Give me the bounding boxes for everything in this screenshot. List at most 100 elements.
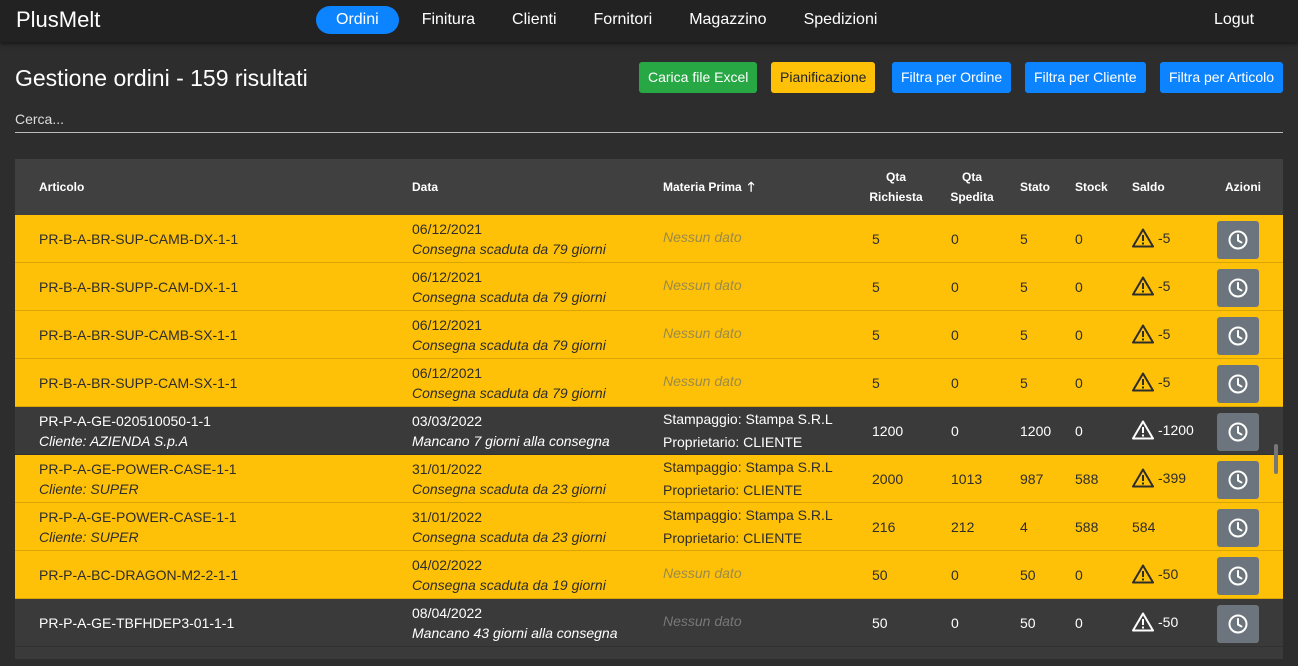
saldo-value: -5 <box>1158 278 1171 294</box>
clock-icon <box>1228 422 1248 442</box>
delivery-note: Consegna scaduta da 79 giorni <box>412 385 606 401</box>
warning-icon <box>1132 324 1154 344</box>
delivery-note: Consegna scaduta da 23 giorni <box>412 481 606 497</box>
history-button[interactable] <box>1217 557 1259 595</box>
filter-article-button[interactable]: Filtra per Articolo <box>1160 62 1284 93</box>
table-row[interactable]: PR-P-A-GE-020510050-1-1 Cliente: AZIENDA … <box>15 407 1283 455</box>
table-row[interactable]: PR-P-A-BC-DRAGON-M2-2-1-1 04/02/2022 Conse… <box>15 551 1283 599</box>
cell-qta-spedita: 0 <box>951 567 959 583</box>
cell-data: 08/04/2022 Mancano 43 giorni alla consegn… <box>412 603 617 643</box>
search-field <box>15 106 1283 133</box>
cell-qta-richiesta: 5 <box>872 231 880 247</box>
cell-materia-prima: Nessun dato <box>663 565 742 581</box>
cell-qta-richiesta: 50 <box>872 615 888 631</box>
materia-prima-proprietario: Proprietario: CLIENTE <box>663 530 803 546</box>
history-button[interactable] <box>1217 413 1259 451</box>
clock-icon <box>1228 278 1248 298</box>
cell-materia-prima: Nessun dato <box>663 229 742 245</box>
filter-order-button[interactable]: Filtra per Ordine <box>892 62 1012 93</box>
saldo-value: -50 <box>1158 614 1179 630</box>
saldo-value: -5 <box>1158 374 1171 390</box>
table-row[interactable]: PR-B-A-BR-SUP-CAMB-DX-1-1 06/12/2021 Conse… <box>15 215 1283 263</box>
warning-icon <box>1132 468 1154 488</box>
cell-qta-richiesta: 1200 <box>872 423 904 439</box>
history-button[interactable] <box>1217 365 1259 403</box>
scrollbar-thumb[interactable] <box>1274 444 1278 474</box>
cell-qta-richiesta: 5 <box>872 327 880 343</box>
brand-logo[interactable]: PlusMelt <box>16 7 100 33</box>
warning-icon <box>1132 228 1154 248</box>
warning-icon <box>1132 276 1154 296</box>
top-navbar: PlusMelt Ordini Finitura Clienti Fornito… <box>0 0 1298 42</box>
cell-data: 06/12/2021 Consegna scaduta da 79 giorni <box>412 363 606 403</box>
delivery-note: Mancano 43 giorni alla consegna <box>412 625 618 641</box>
order-date: 31/01/2022 <box>412 509 483 525</box>
warning-icon <box>1132 420 1154 440</box>
cell-stato: 5 <box>1020 375 1028 391</box>
delivery-note: Consegna scaduta da 79 giorni <box>412 241 606 257</box>
history-button[interactable] <box>1217 605 1259 643</box>
delivery-note: Mancano 7 giorni alla consegna <box>412 433 610 449</box>
client-name: Cliente: SUPER <box>39 529 139 545</box>
upload-excel-button[interactable]: Carica file Excel <box>639 62 758 93</box>
article-code: PR-P-A-GE-POWER-CASE-1-1 <box>39 461 237 477</box>
nav-item-finitura[interactable]: Finitura <box>408 6 489 34</box>
table-row[interactable]: PR-P-A-GE-TBFHDEP3-01-1-1 08/04/2022 Manca… <box>15 599 1283 647</box>
history-button[interactable] <box>1217 317 1259 355</box>
cell-saldo: -399 <box>1132 468 1186 488</box>
header-stato[interactable]: Stato <box>1020 177 1050 197</box>
main-nav: Ordini Finitura Clienti Fornitori Magazz… <box>316 6 900 34</box>
nav-item-fornitori[interactable]: Fornitori <box>580 6 667 34</box>
cell-stock: 588 <box>1075 519 1099 535</box>
nav-item-magazzino[interactable]: Magazzino <box>675 6 780 34</box>
history-button[interactable] <box>1217 269 1259 307</box>
cell-stato: 4 <box>1020 519 1028 535</box>
table-row[interactable]: PR-B-A-BR-SUPP-CAM-DX-1-1 06/12/2021 Conse… <box>15 263 1283 311</box>
delivery-note: Consegna scaduta da 23 giorni <box>412 529 606 545</box>
cell-articolo: PR-B-A-BR-SUP-CAMB-DX-1-1 <box>39 229 238 249</box>
header-data[interactable]: Data <box>412 177 438 197</box>
warning-icon <box>1132 612 1154 632</box>
cell-stock: 0 <box>1075 279 1083 295</box>
header-articolo[interactable]: Articolo <box>39 177 84 197</box>
nav-item-spedizioni[interactable]: Spedizioni <box>790 6 892 34</box>
header-saldo[interactable]: Saldo <box>1132 177 1165 197</box>
order-date: 06/12/2021 <box>412 365 483 381</box>
table-row[interactable]: PR-P-A-GE-POWER-CASE-1-1 Cliente: SUPER 31… <box>15 503 1283 551</box>
planning-button[interactable]: Pianificazione <box>771 62 876 93</box>
article-code: PR-B-A-BR-SUP-CAMB-SX-1-1 <box>39 327 238 343</box>
cell-stock: 0 <box>1075 327 1083 343</box>
article-code: PR-B-A-BR-SUP-CAMB-DX-1-1 <box>39 231 239 247</box>
cell-articolo: PR-P-A-GE-POWER-CASE-1-1 Cliente: SUPER <box>39 459 237 499</box>
header-materia-prima[interactable]: Materia Prima 🡑 <box>663 177 754 197</box>
history-button[interactable] <box>1217 461 1259 499</box>
order-date: 06/12/2021 <box>412 317 483 333</box>
sort-asc-icon: 🡑 <box>747 179 755 194</box>
nav-item-clienti[interactable]: Clienti <box>498 6 570 34</box>
cell-articolo: PR-P-A-GE-POWER-CASE-1-1 Cliente: SUPER <box>39 507 237 547</box>
header-qta-spedita[interactable]: Qta Spedita <box>947 167 997 207</box>
clock-icon <box>1228 614 1248 634</box>
header-stock[interactable]: Stock <box>1075 177 1108 197</box>
cell-articolo: PR-P-A-BC-DRAGON-M2-2-1-1 <box>39 565 238 585</box>
logout-link[interactable]: Logut <box>1214 11 1254 29</box>
cell-stock: 0 <box>1075 231 1083 247</box>
table-row[interactable]: PR-B-A-BR-SUP-CAMB-SX-1-1 06/12/2021 Conse… <box>15 311 1283 359</box>
history-button[interactable] <box>1217 509 1259 547</box>
filter-client-button[interactable]: Filtra per Cliente <box>1025 62 1146 93</box>
materia-prima-stampaggio: Stampaggio: Stampa S.R.L <box>663 459 833 475</box>
header-qta-richiesta[interactable]: Qta Richiesta <box>865 167 927 207</box>
cell-materia-prima: Stampaggio: Stampa S.R.L Proprietario: CL… <box>663 504 833 550</box>
cell-stato: 50 <box>1020 567 1036 583</box>
article-code: PR-P-A-GE-TBFHDEP3-01-1-1 <box>39 615 235 631</box>
cell-materia-prima: Stampaggio: Stampa S.R.L Proprietario: CL… <box>663 456 833 502</box>
header-materia-prima-label: Materia Prima <box>663 180 742 194</box>
nav-item-ordini[interactable]: Ordini <box>316 6 399 34</box>
table-header: Articolo Data Materia Prima 🡑 Qta Richies… <box>15 159 1283 215</box>
search-input[interactable] <box>15 106 1283 132</box>
table-row[interactable]: PR-P-A-GE-POWER-CASE-1-1 Cliente: SUPER 31… <box>15 455 1283 503</box>
saldo-value: -5 <box>1158 230 1171 246</box>
table-row[interactable]: PR-B-A-BR-SUPP-CAM-SX-1-1 06/12/2021 Conse… <box>15 359 1283 407</box>
cell-materia-prima: Nessun dato <box>663 373 742 389</box>
history-button[interactable] <box>1217 221 1259 259</box>
